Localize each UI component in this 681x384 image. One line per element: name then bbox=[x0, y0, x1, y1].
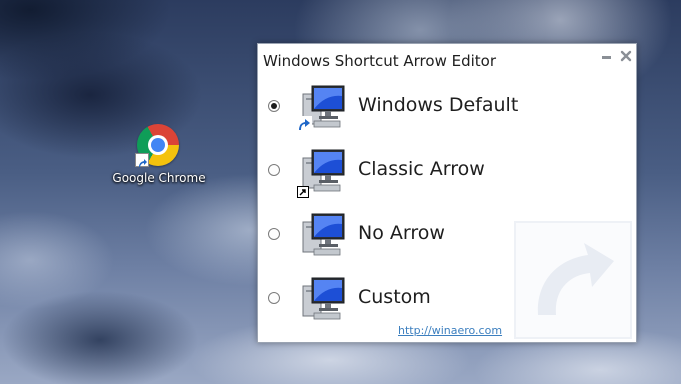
radio-custom[interactable] bbox=[268, 292, 280, 304]
option-custom[interactable]: Custom bbox=[258, 272, 636, 328]
radio-no-arrow[interactable] bbox=[268, 228, 280, 240]
title-bar: Windows Shortcut Arrow Editor bbox=[258, 44, 636, 74]
minimize-icon[interactable] bbox=[600, 48, 614, 62]
windows-default-arrow-icon bbox=[296, 116, 312, 132]
close-icon[interactable] bbox=[619, 48, 633, 62]
option-label: Windows Default bbox=[358, 94, 519, 116]
computer-icon bbox=[296, 210, 348, 262]
desktop-icon-label: Google Chrome bbox=[112, 171, 206, 185]
option-label: Custom bbox=[358, 286, 431, 308]
radio-windows-default[interactable] bbox=[268, 100, 280, 112]
shortcut-arrow-icon bbox=[135, 153, 149, 167]
arrow-editor-window: Windows Shortcut Arrow Editor Windows De… bbox=[257, 43, 637, 343]
option-windows-default[interactable]: Windows Default bbox=[258, 80, 636, 136]
winaero-link[interactable]: http://winaero.com bbox=[398, 324, 502, 337]
option-no-arrow[interactable]: No Arrow bbox=[258, 208, 636, 264]
radio-classic-arrow[interactable] bbox=[268, 164, 280, 176]
option-label: Classic Arrow bbox=[358, 158, 485, 180]
computer-icon bbox=[296, 274, 348, 326]
option-label: No Arrow bbox=[358, 222, 445, 244]
classic-arrow-icon bbox=[297, 183, 309, 198]
window-title: Windows Shortcut Arrow Editor bbox=[263, 52, 496, 70]
desktop-shortcut-google-chrome[interactable]: Google Chrome bbox=[112, 122, 206, 192]
option-classic-arrow[interactable]: Classic Arrow bbox=[258, 144, 636, 200]
